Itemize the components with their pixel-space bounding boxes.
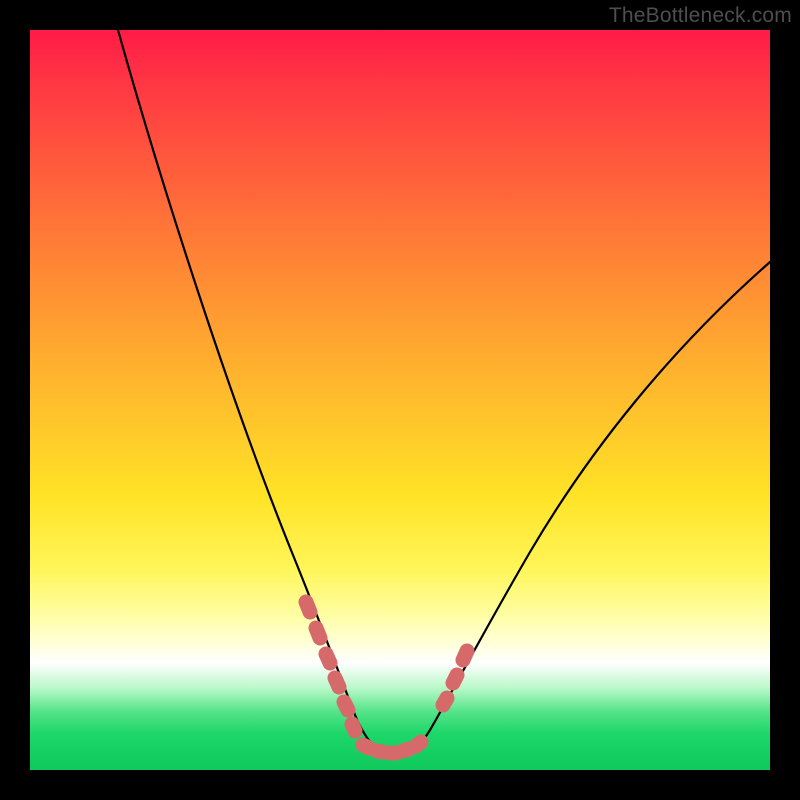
chart-frame <box>30 30 770 770</box>
curve-markers <box>306 602 467 753</box>
watermark-text: TheBottleneck.com <box>609 4 792 28</box>
bottleneck-curve <box>118 30 770 757</box>
bottleneck-curve-svg <box>30 30 770 770</box>
